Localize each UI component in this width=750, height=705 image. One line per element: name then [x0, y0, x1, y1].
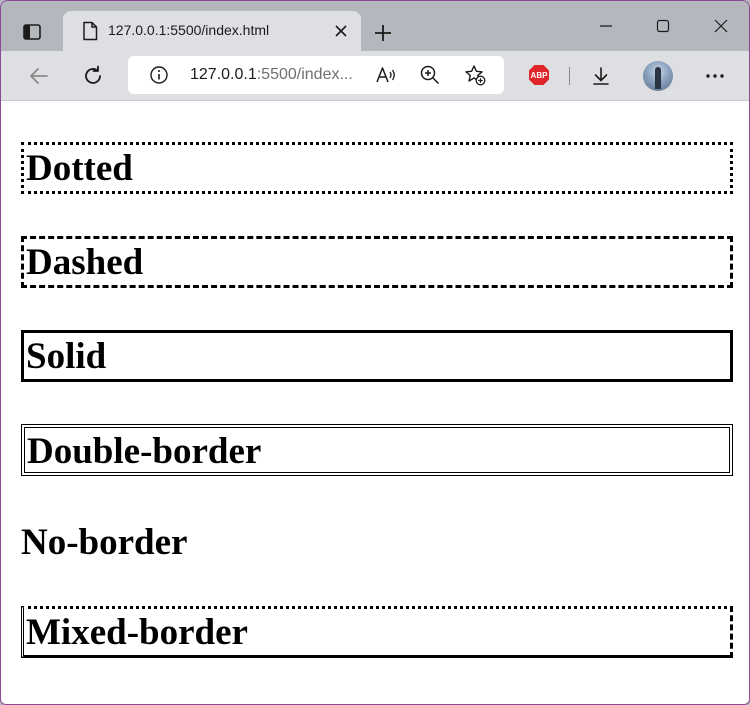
heading-double-border: Double-border	[21, 424, 733, 476]
read-aloud-icon[interactable]	[375, 64, 397, 86]
close-tab-icon[interactable]	[331, 21, 351, 41]
heading-dashed: Dashed	[21, 236, 733, 288]
tab-actions-icon[interactable]	[19, 19, 45, 45]
maximize-icon[interactable]	[648, 13, 678, 39]
heading-dotted: Dotted	[21, 142, 733, 194]
tab-strip: 127.0.0.1:5500/index.html	[1, 1, 749, 51]
navigation-toolbar: 127.0.0.1:5500/index... ABP	[1, 51, 749, 101]
more-icon[interactable]	[701, 64, 729, 88]
new-tab-icon[interactable]	[371, 21, 395, 45]
tab-title: 127.0.0.1:5500/index.html	[108, 22, 270, 38]
download-icon[interactable]	[587, 62, 615, 90]
heading-solid: Solid	[21, 330, 733, 382]
minimize-icon[interactable]	[591, 13, 621, 39]
active-tab[interactable]: 127.0.0.1:5500/index.html	[63, 11, 361, 51]
address-path: :5500/index...	[256, 66, 353, 83]
page-viewport: Dotted Dashed Solid Double-border No-bor…	[1, 101, 749, 704]
toolbar-separator	[569, 67, 570, 85]
browser-window: 127.0.0.1:5500/index.html 127.0.0.1:5500…	[0, 0, 750, 705]
avatar-figure	[655, 67, 661, 89]
info-icon[interactable]	[149, 65, 169, 85]
heading-no-border: No-border	[21, 522, 188, 563]
add-favorite-icon[interactable]	[464, 64, 486, 86]
zoom-in-icon[interactable]	[419, 64, 441, 86]
adblock-label: ABP	[531, 71, 549, 80]
adblock-plus-icon[interactable]: ABP	[528, 64, 550, 86]
address-text[interactable]: 127.0.0.1:5500/index...	[190, 66, 353, 84]
address-host: 127.0.0.1	[190, 66, 257, 83]
refresh-icon[interactable]	[79, 62, 107, 90]
back-arrow-icon[interactable]	[25, 62, 53, 90]
document-icon	[81, 21, 99, 41]
address-bar[interactable]: 127.0.0.1:5500/index...	[128, 56, 504, 94]
heading-mixed-border: Mixed-border	[21, 606, 733, 658]
close-window-icon[interactable]	[706, 13, 736, 39]
profile-avatar[interactable]	[643, 61, 673, 91]
